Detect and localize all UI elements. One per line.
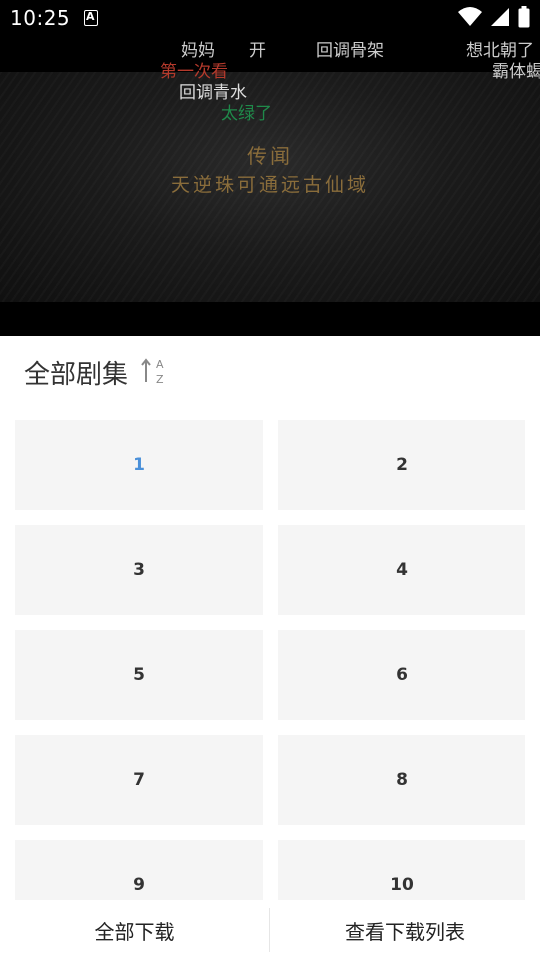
download-all-button[interactable]: 全部下载	[0, 900, 269, 960]
svg-text:A: A	[156, 358, 164, 371]
episode-button-3[interactable]: 3	[15, 525, 263, 615]
view-download-list-button[interactable]: 查看下载列表	[270, 900, 540, 960]
wifi-icon	[458, 7, 482, 26]
status-bar: 10:25	[0, 0, 540, 36]
episode-button-7[interactable]: 7	[15, 735, 263, 825]
episode-button-4[interactable]: 4	[278, 525, 525, 615]
status-time: 10:25	[10, 6, 71, 30]
danmaku-comment: 太绿了	[221, 104, 272, 124]
cellular-signal-icon	[491, 8, 509, 26]
episode-button-9[interactable]: 9	[15, 840, 263, 900]
episode-sheet: 全部剧集 A Z 1 2 3 4 5 6 7 8 9 10 全部下载 查看下载列…	[0, 336, 540, 960]
battery-icon	[518, 6, 530, 28]
accessibility-icon	[84, 10, 98, 26]
status-icons	[458, 6, 530, 28]
danmaku-comment: 霸体蝎	[492, 62, 540, 82]
svg-text:Z: Z	[156, 373, 164, 386]
episode-button-2[interactable]: 2	[278, 420, 525, 510]
episode-button-10[interactable]: 10	[278, 840, 525, 900]
episode-button-6[interactable]: 6	[278, 630, 525, 720]
episode-button-1[interactable]: 1	[15, 420, 263, 510]
video-title-line1: 传闻	[247, 144, 293, 168]
episode-button-8[interactable]: 8	[278, 735, 525, 825]
episode-grid: 1 2 3 4 5 6 7 8 9 10	[15, 420, 525, 900]
sort-az-icon[interactable]: A Z	[141, 356, 169, 386]
bottom-action-bar: 全部下载 查看下载列表	[0, 900, 540, 960]
danmaku-comment: 开	[249, 41, 266, 61]
sheet-title: 全部剧集	[24, 360, 129, 390]
video-title-line2: 天逆珠可通远古仙域	[170, 174, 369, 196]
episode-button-5[interactable]: 5	[15, 630, 263, 720]
danmaku-comment: 回调骨架	[316, 41, 384, 61]
video-player[interactable]: 传闻 天逆珠可通远古仙域 妈妈 开 回调骨架 想北朝了 第一次看 霸体蝎 回调青…	[0, 36, 540, 336]
